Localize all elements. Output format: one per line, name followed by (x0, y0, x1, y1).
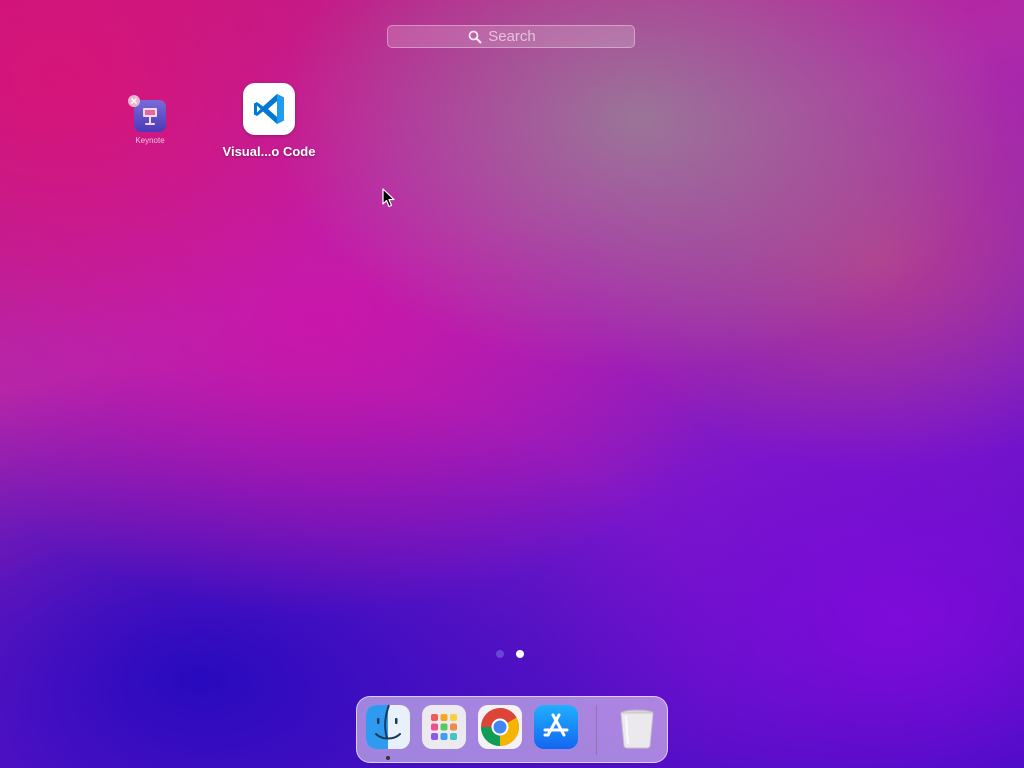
launchpad-screen: Search Keynote Visual...o Code (0, 0, 1024, 768)
app-keynote[interactable]: Keynote (120, 95, 180, 145)
chrome-icon (478, 705, 522, 749)
trash-icon (620, 709, 654, 749)
search-field[interactable]: Search (387, 25, 635, 48)
launchpad-icon (422, 705, 466, 749)
keynote-icon (134, 100, 166, 132)
app-label: Visual...o Code (222, 144, 316, 159)
dock-app-store[interactable] (533, 704, 579, 750)
delete-badge-icon[interactable] (128, 95, 140, 107)
running-indicator (386, 756, 390, 760)
page-indicator (496, 650, 524, 658)
dock-trash[interactable] (614, 704, 660, 750)
page-dot-1[interactable] (496, 650, 504, 658)
dock-separator (596, 705, 597, 755)
finder-icon (366, 704, 410, 749)
dock-google-chrome[interactable] (477, 704, 523, 750)
search-placeholder: Search (488, 28, 536, 45)
dock-launchpad[interactable] (421, 704, 467, 750)
app-visual-studio-code[interactable]: Visual...o Code (214, 83, 324, 159)
page-dot-2[interactable] (516, 650, 524, 658)
dock (356, 696, 668, 763)
vscode-icon (243, 83, 295, 135)
mouse-cursor-icon (382, 188, 396, 208)
app-label: Keynote (135, 136, 165, 145)
dock-finder[interactable] (365, 704, 411, 760)
app-store-icon (534, 705, 578, 749)
search-icon (468, 30, 482, 44)
